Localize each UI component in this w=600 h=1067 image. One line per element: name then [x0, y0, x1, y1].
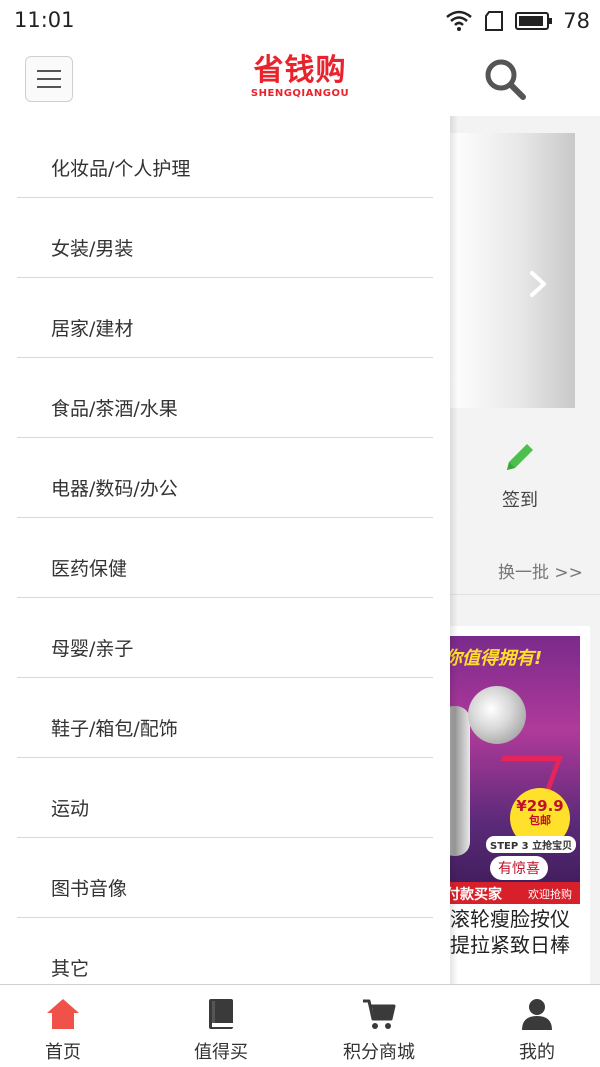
- price-sub: 包邮: [529, 814, 551, 827]
- drawer-item-shoes-bags[interactable]: 鞋子/箱包/配饰: [17, 678, 433, 758]
- user-icon: [522, 999, 552, 1030]
- search-icon[interactable]: [482, 56, 528, 102]
- drawer-item-health[interactable]: 医药保健: [17, 518, 433, 598]
- logo-main-text: 省钱购: [253, 53, 347, 88]
- status-time: 11:01: [14, 8, 75, 32]
- home-icon: [47, 999, 79, 1029]
- refresh-link[interactable]: 换一批 >>: [498, 558, 583, 583]
- nav-profile[interactable]: 我的: [477, 993, 597, 1063]
- battery-level: 78: [563, 9, 590, 33]
- product-banner-text: 你值得拥有!: [450, 648, 543, 669]
- drawer-item-label: 鞋子/箱包/配饰: [51, 718, 178, 740]
- drawer-item-books[interactable]: 图书音像: [17, 838, 433, 918]
- category-drawer: 化妆品/个人护理 女装/男装 居家/建材 食品/茶酒/水果 电器/数码/办公 医…: [0, 116, 450, 984]
- drawer-item-baby[interactable]: 母婴/亲子: [17, 598, 433, 678]
- book-icon: [209, 999, 233, 1029]
- checkin-label: 签到: [502, 490, 538, 511]
- drawer-item-food[interactable]: 食品/茶酒/水果: [17, 358, 433, 438]
- checkin-button[interactable]: 签到: [490, 438, 550, 512]
- step-badge: STEP 3 立抢宝贝: [486, 836, 577, 853]
- sim-icon: [485, 11, 504, 31]
- hamburger-icon-line: [37, 86, 61, 88]
- drawer-item-home[interactable]: 居家/建材: [17, 278, 433, 358]
- nav-home-label: 首页: [45, 1042, 81, 1063]
- hamburger-icon-line: [37, 78, 61, 80]
- drawer-item-label: 运动: [51, 798, 90, 820]
- status-bar: 11:01 78: [0, 0, 600, 42]
- drawer-item-electronics[interactable]: 电器/数码/办公: [17, 438, 433, 518]
- surprise-bubble: 有惊喜: [490, 856, 548, 880]
- nav-points-mall[interactable]: 积分商城: [319, 993, 439, 1063]
- wifi-icon: [446, 10, 473, 31]
- nav-home[interactable]: 首页: [3, 993, 123, 1063]
- drawer-item-label: 电器/数码/办公: [51, 478, 178, 500]
- nav-worth-buying-label: 值得买: [194, 1042, 248, 1063]
- drawer-item-label: 食品/茶酒/水果: [51, 398, 178, 420]
- divider: [450, 594, 600, 595]
- app-logo: 省钱购 SHENGQIANGOU: [240, 54, 360, 106]
- status-icons: 78: [445, 8, 590, 34]
- drawer-item-clothing[interactable]: 女装/男装: [17, 198, 433, 278]
- drawer-item-label: 其它: [51, 958, 90, 980]
- chevron-right-icon[interactable]: [526, 269, 550, 299]
- hamburger-icon-line: [37, 70, 61, 72]
- product-card[interactable]: 你值得拥有! ¥29.9 包邮 STEP 3 立抢宝贝 有惊喜 付款买家 欢迎抢…: [450, 626, 590, 984]
- drawer-shadow: [450, 116, 458, 984]
- drawer-item-label: 化妆品/个人护理: [51, 158, 191, 180]
- nav-worth-buying[interactable]: 值得买: [161, 993, 281, 1063]
- carousel-banner[interactable]: [450, 133, 575, 408]
- nav-points-mall-label: 积分商城: [343, 1042, 415, 1063]
- drawer-item-label: 图书音像: [51, 878, 128, 900]
- drawer-item-label: 母婴/亲子: [51, 638, 134, 660]
- drawer-item-label: 居家/建材: [51, 318, 134, 340]
- product-title[interactable]: 滚轮瘦脸按仪提拉紧致日棒: [450, 906, 585, 984]
- product-image[interactable]: 你值得拥有! ¥29.9 包邮 STEP 3 立抢宝贝 有惊喜 付款买家 欢迎抢…: [450, 636, 580, 904]
- drawer-item-label: 医药保健: [51, 558, 128, 580]
- buyer-strip: 付款买家 欢迎抢购: [450, 882, 580, 904]
- drawer-item-label: 女装/男装: [51, 238, 134, 260]
- cart-icon: [363, 999, 396, 1029]
- home-page-background: 签到 换一批 >> 你值得拥有! ¥29.9 包邮 STEP 3 立抢宝贝 有惊…: [450, 116, 600, 984]
- menu-button[interactable]: [25, 56, 73, 102]
- pencil-icon: [507, 444, 533, 470]
- drawer-item-sports[interactable]: 运动: [17, 758, 433, 838]
- app-header: 省钱购 SHENGQIANGOU: [0, 42, 600, 116]
- bottom-nav: 首页 值得买 积分商城 我的: [0, 984, 600, 1067]
- drawer-item-cosmetics[interactable]: 化妆品/个人护理: [17, 118, 433, 198]
- buyer-sub: 欢迎抢购: [528, 888, 572, 901]
- logo-sub-text: SHENGQIANGOU: [250, 88, 350, 99]
- nav-profile-label: 我的: [519, 1042, 555, 1063]
- drawer-item-other[interactable]: 其它: [17, 918, 433, 984]
- price-value: ¥29.9: [516, 797, 564, 815]
- product-roller-shape: [468, 686, 526, 744]
- battery-icon: [515, 12, 553, 30]
